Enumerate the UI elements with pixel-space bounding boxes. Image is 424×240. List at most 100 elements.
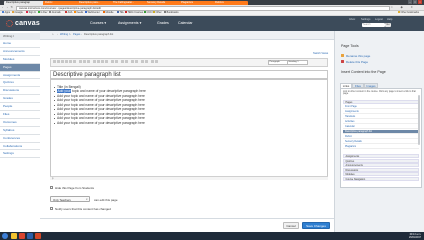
bookmark-item[interactable]: Apps bbox=[2, 11, 10, 15]
home-icon[interactable]: ⌂ bbox=[52, 31, 54, 39]
nav-item-people[interactable]: People bbox=[0, 103, 40, 112]
nav-item-pages[interactable]: Pages bbox=[0, 63, 40, 72]
nav-item-collaborations[interactable]: Collaborations bbox=[0, 142, 40, 151]
page-link-row[interactable]: Plagiarism bbox=[343, 145, 419, 150]
bookmark-item[interactable]: Other bookmarks bbox=[398, 11, 419, 15]
equation-icon[interactable] bbox=[125, 60, 128, 63]
image-icon[interactable] bbox=[141, 60, 144, 63]
nav-item-grades[interactable]: Grades bbox=[0, 95, 40, 104]
nav-calendar[interactable]: Calendar bbox=[178, 21, 193, 25]
numbered-list-icon[interactable] bbox=[115, 60, 118, 63]
bookmark-item[interactable]: Journals bbox=[49, 11, 61, 15]
breadcrumb-separator: › bbox=[70, 33, 71, 36]
nav-item-discussions[interactable]: Discussions bbox=[0, 87, 40, 96]
save-changes-button[interactable]: Save Changes bbox=[302, 222, 330, 229]
edit-permission-select[interactable]: Only Teachers ▾ bbox=[50, 196, 90, 202]
chrome-icon[interactable] bbox=[19, 233, 25, 239]
start-icon[interactable] bbox=[2, 233, 8, 239]
nav-item-home[interactable]: Home bbox=[0, 40, 40, 48]
direction-ltr-icon[interactable] bbox=[151, 60, 154, 63]
course-title[interactable]: Writing I bbox=[0, 33, 40, 40]
superscript-icon[interactable] bbox=[101, 60, 104, 63]
bookmark-item[interactable]: WebCenter bbox=[85, 11, 100, 15]
bookmark-item[interactable]: AAA bbox=[65, 11, 72, 15]
format-select[interactable]: Paragraph bbox=[268, 60, 289, 66]
list-bullet bbox=[53, 118, 55, 120]
back-icon[interactable]: ‹ bbox=[1, 5, 4, 9]
maximize-icon[interactable]: □ bbox=[413, 0, 417, 4]
nav-assignments[interactable]: Assignments ▾ bbox=[118, 21, 141, 25]
search-input[interactable]: Search bbox=[362, 23, 385, 27]
section-course-navigation[interactable]: Course Navigation bbox=[343, 176, 419, 181]
nav-item-modules[interactable]: Modules bbox=[0, 55, 40, 64]
delete-page-link[interactable]: Delete this Page bbox=[346, 60, 368, 64]
list-bullet bbox=[53, 91, 55, 93]
bookmark-item[interactable]: TEDx Courses bbox=[125, 11, 143, 15]
nav-item-syllabus[interactable]: Syllabus bbox=[0, 126, 40, 135]
bookmark-item[interactable]: CCCI bbox=[144, 11, 152, 15]
bookmark-item[interactable]: Feeds bbox=[74, 11, 83, 15]
align-left-icon[interactable] bbox=[79, 60, 82, 63]
hide-from-students-checkbox[interactable] bbox=[50, 186, 53, 189]
align-center-icon[interactable] bbox=[83, 60, 86, 63]
notify-users-checkbox[interactable] bbox=[50, 207, 53, 210]
clear-format-icon[interactable] bbox=[73, 60, 76, 63]
cancel-button[interactable]: Cancel bbox=[283, 222, 299, 229]
rich-text-editor[interactable]: Title (in Bengali) Add your topic and na… bbox=[50, 79, 328, 180]
bookmark-item[interactable]: Sign In bbox=[26, 11, 36, 15]
italic-icon[interactable] bbox=[57, 60, 60, 63]
inbox-link[interactable]: Inbox bbox=[349, 18, 355, 21]
outdent-icon[interactable] bbox=[93, 60, 96, 63]
nav-item-files[interactable]: Files bbox=[0, 111, 40, 119]
bookmark-item[interactable]: TEL bbox=[117, 11, 124, 15]
nav-item-outcomes[interactable]: Outcomes bbox=[0, 118, 40, 127]
nav-item-quizzes[interactable]: Quizzes bbox=[0, 79, 40, 88]
sidebar-scrollbar[interactable] bbox=[418, 95, 420, 145]
explorer-icon[interactable] bbox=[11, 233, 17, 239]
extension-icon[interactable]: ◆ bbox=[400, 5, 403, 9]
bookmark-item[interactable]: Bookmarks bbox=[164, 11, 179, 15]
nav-item-settings[interactable]: Settings bbox=[0, 150, 40, 159]
unlink-icon[interactable] bbox=[135, 60, 138, 63]
settings-link[interactable]: Settings bbox=[361, 18, 370, 21]
forward-icon[interactable]: › bbox=[6, 5, 9, 9]
bookmark-item[interactable]: iGoogle bbox=[12, 11, 23, 15]
menu-icon[interactable]: ≡ bbox=[410, 5, 413, 9]
table-icon[interactable] bbox=[121, 60, 124, 63]
minimize-icon[interactable]: – bbox=[408, 0, 412, 4]
direction-rtl-icon[interactable] bbox=[155, 60, 158, 63]
bookmark-item[interactable]: Is Dev bbox=[38, 11, 47, 15]
page-title-input[interactable]: Descriptive paragraph list bbox=[50, 70, 328, 79]
bullet-list-icon[interactable] bbox=[111, 60, 114, 63]
nav-grades[interactable]: Grades bbox=[157, 21, 169, 25]
nav-item-conferences[interactable]: Conferences bbox=[0, 134, 40, 143]
logout-link[interactable]: Logout bbox=[375, 18, 383, 21]
search-button[interactable]: Go bbox=[385, 23, 391, 27]
close-window-icon[interactable]: × bbox=[418, 0, 422, 4]
heading-select[interactable]: Heading 1 bbox=[287, 60, 308, 66]
nav-item-announcements[interactable]: Announcements bbox=[0, 47, 40, 56]
rename-page-link[interactable]: Rename this page bbox=[346, 54, 370, 58]
help-link[interactable]: Help bbox=[387, 18, 392, 21]
breadcrumb-course[interactable]: Writing I bbox=[60, 31, 69, 39]
indent-icon[interactable] bbox=[97, 60, 100, 63]
text-color-icon[interactable] bbox=[65, 60, 68, 63]
align-right-icon[interactable] bbox=[87, 60, 90, 63]
subscript-icon[interactable] bbox=[105, 60, 108, 63]
media-icon[interactable] bbox=[145, 60, 148, 63]
powerpoint-icon[interactable] bbox=[35, 233, 41, 239]
bold-icon[interactable] bbox=[53, 60, 56, 63]
underline-icon[interactable] bbox=[61, 60, 64, 63]
nav-courses[interactable]: Courses ▾ bbox=[90, 21, 106, 25]
insert-links-panel: Link to other content in the course. Cli… bbox=[340, 88, 422, 188]
breadcrumb-pages[interactable]: Pages bbox=[73, 31, 80, 39]
reload-icon[interactable]: ↻ bbox=[10, 5, 13, 9]
word-icon[interactable] bbox=[27, 233, 33, 239]
nav-item-assignments[interactable]: Assignments bbox=[0, 71, 40, 80]
background-color-icon[interactable] bbox=[69, 60, 72, 63]
switch-views-link[interactable]: Switch Views bbox=[313, 52, 328, 55]
bookmark-item[interactable]: Moodle bbox=[103, 11, 113, 15]
bookmark-item[interactable]: Other bbox=[153, 11, 162, 15]
star-icon[interactable]: ☆ bbox=[390, 5, 393, 9]
link-icon[interactable] bbox=[131, 60, 134, 63]
